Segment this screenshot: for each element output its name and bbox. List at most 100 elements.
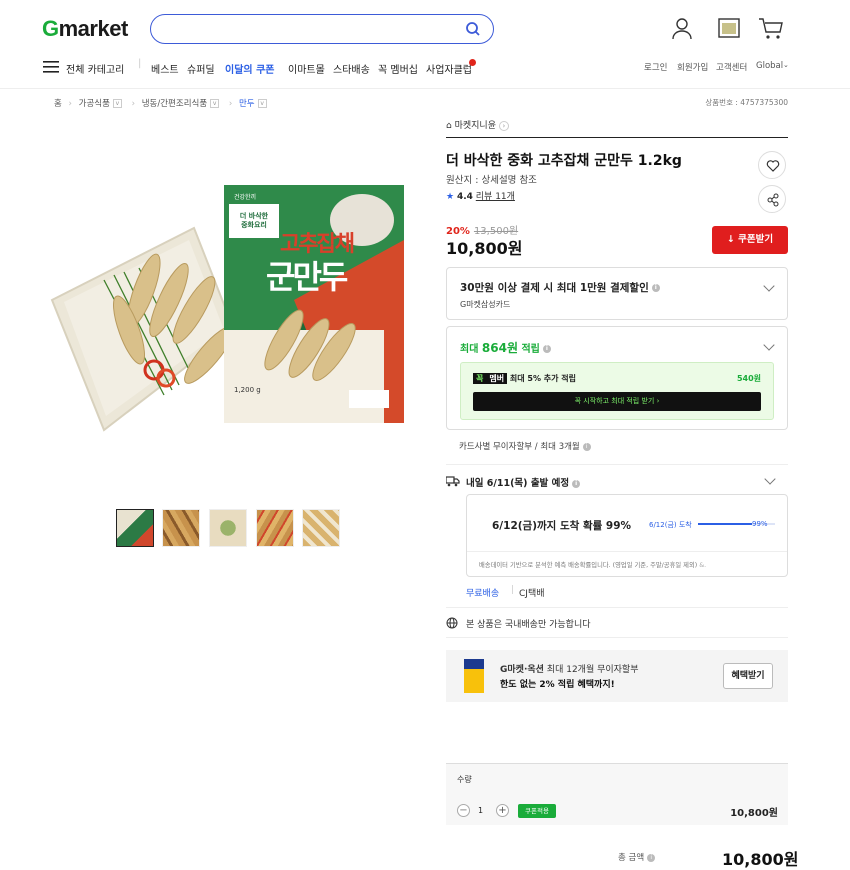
membership-text: 최대 5% 추가 적립 — [509, 374, 577, 383]
global-link[interactable]: Global — [756, 61, 783, 71]
search-input[interactable] — [165, 15, 465, 41]
chevron-down-icon: ⌄ — [783, 61, 789, 69]
domestic-shipping-notice: 본 상품은 국내배송만 가능합니다 — [466, 620, 591, 630]
dropdown-icon[interactable]: v — [210, 99, 220, 108]
thumbnail-5[interactable] — [302, 509, 340, 547]
qty-plus-button[interactable]: + — [496, 804, 509, 817]
order-box: 수량 − 1 + 쿠폰적용 10,800원 — [446, 763, 788, 825]
installment-info: 카드사별 무이자할부 / 최대 3개월 i — [459, 440, 591, 452]
recent-viewed-icon[interactable] — [717, 16, 741, 40]
nav-superdeal[interactable]: 슈퍼딜 — [187, 61, 215, 76]
user-icon[interactable] — [670, 16, 694, 40]
gmarket-logo[interactable]: Gmarket — [42, 16, 128, 42]
customer-center-link[interactable]: 고객센터 — [716, 61, 747, 73]
thumbnail-1[interactable] — [116, 509, 154, 547]
nav-best[interactable]: 베스트 — [151, 61, 179, 76]
breadcrumb-2[interactable]: 냉동/간편조리식품 — [142, 99, 207, 109]
globe-icon — [446, 617, 458, 629]
home-icon: ⌂ — [446, 121, 452, 131]
carrier: CJ택배 — [519, 589, 545, 599]
points-box[interactable]: 최대 864원 적립 i 꼭 멤버 최대 5% 추가 적립 540원 꼭 시작하고 … — [446, 326, 788, 430]
package-text: 중화요리 — [241, 221, 267, 229]
product-title: 더 바삭한 중화 고추잡채 군만두 1.2kg — [446, 153, 682, 169]
product-number: 상품번호 : 4757375300 — [705, 98, 788, 107]
total-label: 총 금액 i — [618, 851, 656, 863]
nav-business[interactable]: 사업자클럽 — [426, 61, 472, 76]
card-name: G마켓삼성카드 — [460, 300, 511, 309]
nav-membership[interactable]: 꼭 멤버십 — [378, 61, 418, 76]
coupon-button[interactable]: ↓ 쿠폰받기 — [712, 226, 788, 254]
download-icon: ↓ — [726, 234, 739, 245]
total-price: 10,800원 — [722, 850, 799, 869]
info-icon: i — [542, 345, 551, 353]
qty-value[interactable]: 1 — [478, 806, 483, 815]
thumbnail-4[interactable] — [256, 509, 294, 547]
breadcrumb-1[interactable]: 가공식품 — [79, 99, 110, 109]
share-button[interactable] — [758, 185, 786, 213]
info-icon: i — [651, 284, 660, 292]
coupon-applied-tag[interactable]: 쿠폰적용 — [518, 804, 556, 818]
menu-icon[interactable] — [43, 61, 59, 73]
signup-link[interactable]: 회원가입 — [677, 61, 708, 73]
search-box[interactable] — [150, 14, 494, 44]
rating[interactable]: ★ 4.4 리뷰 11개 — [446, 189, 515, 202]
main-nav: 전체 카테고리 | 베스트 슈퍼딜 이달의 쿠폰 이마트몰 스타배송 꼭 멤버십… — [0, 56, 850, 80]
delivery-probability-box: 6/12(금)까지 도착 확률 99% 6/12(금) 도착 99% 배송데이터… — [466, 494, 788, 577]
store-name[interactable]: ⌂ 마켓지니윤 › — [446, 118, 509, 131]
promo-banner[interactable]: G마켓·옥션 최대 12개월 무이자할부 한도 없는 2% 적립 혜택까지! 혜… — [446, 650, 788, 702]
product-main-image[interactable]: 더 바삭한 중화요리 건강한끼 고추잡채 군만두 1,200 g — [44, 180, 412, 442]
probability-percent: 99% — [752, 520, 768, 528]
logo-g: G — [42, 16, 59, 41]
more-icon: &. — [699, 562, 707, 569]
cart-icon[interactable] — [758, 16, 784, 40]
all-category[interactable]: 전체 카테고리 — [66, 61, 124, 76]
points-title: 최대 864원 적립 i — [460, 339, 551, 356]
promo-line1: G마켓·옥션 최대 12개월 무이자할부 — [500, 665, 639, 675]
login-link[interactable]: 로그인 — [644, 61, 667, 73]
wishlist-button[interactable] — [758, 151, 786, 179]
benefit-button[interactable]: 혜택받기 — [723, 663, 773, 689]
delivery-title: 내일 6/11(목) 출발 예정 i — [466, 475, 581, 489]
star-icon: ★ — [446, 192, 455, 202]
card-image — [464, 659, 484, 693]
store-label: 마켓지니윤 — [454, 121, 496, 131]
dropdown-icon[interactable]: v — [112, 99, 122, 108]
package-weight: 1,200 g — [234, 386, 261, 394]
divider — [446, 464, 788, 465]
breadcrumb-home[interactable]: 홈 — [54, 99, 62, 109]
membership-cta-button[interactable]: 꼭 시작하고 최대 적립 받기 › — [473, 392, 761, 411]
info-icon: i — [647, 853, 656, 862]
probability-title: 6/12(금)까지 도착 확률 99% — [492, 520, 632, 532]
divider — [446, 607, 788, 608]
review-count[interactable]: 리뷰 11개 — [476, 192, 515, 202]
header-divider — [0, 88, 850, 89]
membership-row: 꼭 멤버 최대 5% 추가 적립 — [473, 373, 576, 384]
sale-price: 10,800원 — [446, 239, 523, 258]
line-price: 10,800원 — [730, 808, 778, 819]
heart-icon — [766, 160, 780, 172]
nav-star-delivery[interactable]: 스타배송 — [333, 61, 370, 76]
thumbnail-3[interactable] — [209, 509, 247, 547]
probability-bar-fill — [698, 523, 753, 525]
membership-panel: 꼭 멤버 최대 5% 추가 적립 540원 꼭 시작하고 최대 적립 받기 › — [460, 362, 774, 420]
qty-minus-button[interactable]: − — [457, 804, 470, 817]
probability-label: 6/12(금) 도착 — [649, 521, 692, 529]
breadcrumb-3[interactable]: 만두 — [239, 99, 255, 109]
nav-emart[interactable]: 이마트몰 — [288, 61, 325, 76]
thumbnail-2[interactable] — [162, 509, 200, 547]
chevron-down-icon[interactable] — [763, 280, 775, 292]
dropdown-icon[interactable]: v — [257, 99, 267, 108]
membership-badge: 꼭 — [473, 373, 487, 384]
card-discount-box[interactable]: 30만원 이상 결제 시 최대 1만원 결제할인 i G마켓삼성카드 — [446, 267, 788, 320]
logo-text: market — [58, 16, 129, 41]
nav-coupon[interactable]: 이달의 쿠폰 — [225, 61, 274, 76]
breadcrumb: 홈 › 가공식품 v › 냉동/간편조리식품 v › 만두 v — [54, 97, 270, 109]
package-brand: 건강한끼 — [234, 194, 257, 201]
membership-amount: 540원 — [736, 374, 761, 383]
search-icon[interactable] — [465, 21, 481, 37]
probability-note: 배송데이터 기반으로 분석한 예측 배송확률입니다. (영업일 기준, 주말/공… — [479, 562, 707, 569]
chevron-up-icon[interactable] — [763, 339, 775, 351]
free-shipping: 무료배송 — [466, 589, 500, 599]
chevron-down-icon[interactable] — [764, 473, 776, 485]
new-badge — [469, 59, 476, 66]
